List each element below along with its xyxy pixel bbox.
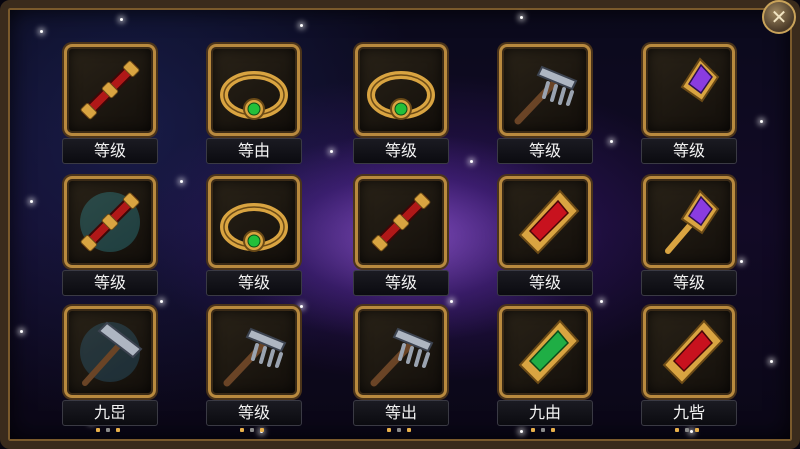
star — [610, 140, 613, 143]
item-label: 九呰 — [641, 400, 737, 426]
item-slot[interactable] — [499, 306, 591, 398]
item-slot[interactable] — [643, 176, 735, 268]
item-label: 等级 — [497, 138, 593, 164]
item-slot[interactable] — [355, 176, 447, 268]
item-slot[interactable] — [208, 306, 300, 398]
item-slot[interactable] — [643, 306, 735, 398]
item-marker — [531, 428, 561, 434]
item-slot[interactable] — [355, 306, 447, 398]
star — [450, 300, 453, 303]
item-slot[interactable] — [499, 176, 591, 268]
item-slot[interactable] — [208, 44, 300, 136]
item-slot[interactable] — [499, 44, 591, 136]
star — [330, 150, 333, 153]
star — [520, 430, 523, 433]
item-slot[interactable] — [64, 44, 156, 136]
star — [30, 200, 33, 203]
item-label: 等由 — [206, 138, 302, 164]
star — [120, 18, 123, 21]
item-label: 等出 — [353, 400, 449, 426]
item-slot[interactable] — [64, 306, 156, 398]
close-icon: ✕ — [770, 5, 788, 29]
item-label: 等级 — [497, 270, 593, 296]
star — [600, 300, 603, 303]
item-label: 等级 — [353, 270, 449, 296]
item-marker — [96, 428, 126, 434]
star — [300, 305, 303, 308]
star — [760, 120, 763, 123]
star — [20, 330, 23, 333]
item-slot[interactable] — [355, 44, 447, 136]
item-slot[interactable] — [643, 44, 735, 136]
item-label: 等级 — [62, 270, 158, 296]
item-label: 等级 — [641, 138, 737, 164]
item-slot[interactable] — [208, 176, 300, 268]
item-marker — [387, 428, 417, 434]
item-marker — [675, 428, 705, 434]
star — [520, 16, 523, 19]
item-label: 等级 — [641, 270, 737, 296]
star — [300, 24, 303, 27]
item-label: 九岊 — [62, 400, 158, 426]
star — [180, 180, 183, 183]
item-label: 等级 — [206, 270, 302, 296]
star — [770, 360, 773, 363]
item-slot[interactable] — [64, 176, 156, 268]
star — [40, 30, 43, 33]
item-label: 等级 — [62, 138, 158, 164]
star — [470, 160, 473, 163]
star — [160, 300, 163, 303]
item-label: 等级 — [206, 400, 302, 426]
item-label: 九由 — [497, 400, 593, 426]
star — [740, 260, 743, 263]
item-marker — [240, 428, 270, 434]
item-label: 等级 — [353, 138, 449, 164]
close-button[interactable]: ✕ — [762, 0, 796, 34]
